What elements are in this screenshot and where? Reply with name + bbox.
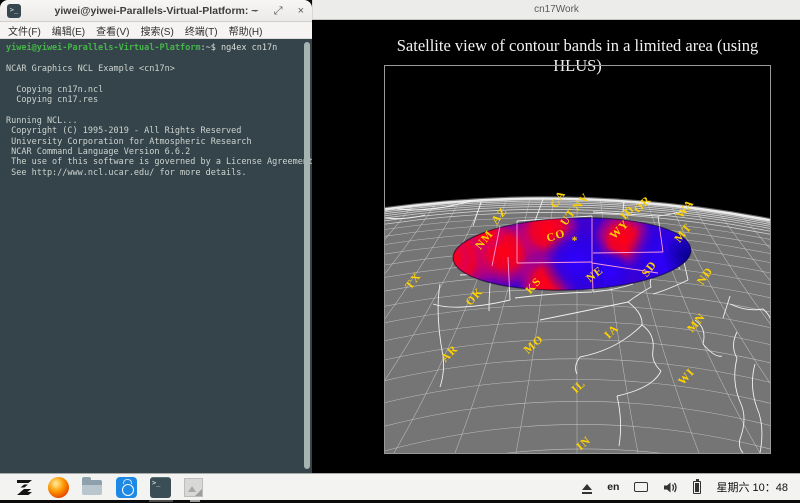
close-button[interactable]: × (298, 6, 304, 17)
terminal-prompt-line: yiwei@yiwei-Parallels-Virtual-Platform:~… (6, 43, 300, 53)
terminal-menu-item-2[interactable]: 查看(V) (96, 23, 129, 38)
terminal-menu-item-5[interactable]: 帮助(H) (229, 23, 263, 38)
terminal-output-line: Copying cn17.res (6, 95, 300, 105)
volume-icon[interactable] (663, 481, 678, 494)
terminal-menu-item-3[interactable]: 搜索(S) (140, 23, 173, 38)
firefox-icon[interactable] (48, 477, 69, 498)
files-icon[interactable] (82, 477, 103, 498)
terminal-output: yiwei@yiwei-Parallels-Virtual-Platform:~… (0, 39, 312, 472)
minimize-button[interactable]: − (252, 6, 258, 17)
plot-frame: TXOKARKSNEMOIAMNSDNDWIILINNMAZCAUTNVCO*W… (384, 65, 771, 454)
eject-icon[interactable] (582, 484, 592, 490)
terminal-menubar: 文件(F) 编辑(E) 查看(V) 搜索(S) 终端(T) 帮助(H) (0, 22, 312, 39)
terminal-output-line: See http://www.ncl.ucar.edu/ for more de… (6, 168, 300, 178)
plot-window: cn17Work Satellite view of contour bands… (312, 0, 800, 473)
terminal-output-line: Copyright (C) 1995-2019 - All Rights Res… (6, 126, 300, 136)
terminal-menu-item-4[interactable]: 终端(T) (185, 23, 218, 38)
terminal-output-line (6, 74, 300, 84)
terminal-launcher-icon[interactable]: >_ (150, 477, 171, 498)
terminal-menu-item-1[interactable]: 编辑(E) (52, 23, 85, 38)
plot-titlebar[interactable]: cn17Work (312, 0, 800, 20)
terminal-output-line (6, 53, 300, 63)
clock: 星期六 10：48 (716, 479, 788, 495)
terminal-titlebar[interactable]: >_ yiwei@yiwei-Parallels-Virtual-Platfor… (0, 0, 312, 22)
terminal-output-line (6, 105, 300, 115)
taskbar: >_ en 星期六 10：48 (0, 473, 800, 500)
restore-button[interactable]: ⤢ (274, 6, 283, 17)
terminal-window: >_ yiwei@yiwei-Parallels-Virtual-Platfor… (0, 0, 312, 473)
plot-canvas: Satellite view of contour bands in a lim… (312, 20, 800, 473)
software-store-icon[interactable] (116, 477, 137, 498)
terminal-output-line: NCAR Command Language Version 6.6.2 (6, 147, 300, 157)
terminal-output-line: NCAR Graphics NCL Example <cn17n> (6, 64, 300, 74)
satellite-map: TXOKARKSNEMOIAMNSDNDWIILINNMAZCAUTNVCO*W… (385, 66, 770, 453)
terminal-output-line: The use of this software is governed by … (6, 157, 300, 167)
terminal-output-line: Copying cn17n.ncl (6, 85, 300, 95)
terminal-scrollbar[interactable] (304, 42, 310, 469)
terminal-output-line: University Corporation for Atmospheric R… (6, 137, 300, 147)
terminal-output-line: Running NCL... (6, 116, 300, 126)
image-viewer-icon[interactable] (184, 477, 205, 498)
battery-icon[interactable] (693, 481, 701, 494)
plot-window-title: cn17Work (534, 4, 579, 15)
display-icon[interactable] (634, 482, 648, 492)
state-label-marker: * (572, 235, 579, 247)
terminal-menu-item-0[interactable]: 文件(F) (8, 23, 41, 38)
zorin-menu-icon[interactable] (14, 477, 35, 498)
language-indicator[interactable]: en (607, 481, 619, 493)
